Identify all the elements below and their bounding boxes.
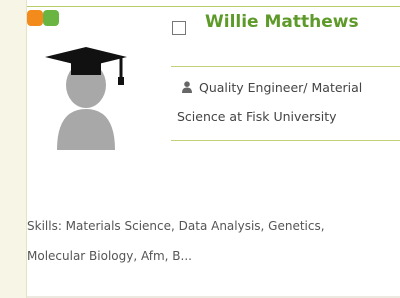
skills-line-2: Molecular Biology, Afm, B... — [27, 249, 192, 263]
status-indicators — [27, 10, 63, 28]
profile-title-part2: Science at Fisk University — [177, 109, 337, 124]
status-dot-green — [43, 10, 59, 26]
skills-line-1: Skills: Materials Science, Data Analysis… — [27, 219, 325, 233]
title-line-1: Quality Engineer/ Material — [181, 80, 362, 95]
graduate-avatar-icon — [45, 47, 127, 150]
divider-top — [171, 66, 400, 67]
skills-text: Skills: Materials Science, Data Analysis… — [27, 211, 397, 271]
profile-card: Willie Matthews Quality Engineer/ Materi… — [26, 0, 400, 298]
profile-title-part1: Quality Engineer/ Material — [199, 80, 363, 95]
select-checkbox[interactable] — [172, 21, 186, 35]
profile-name[interactable]: Willie Matthews — [205, 12, 359, 32]
status-dot-orange — [27, 10, 43, 26]
avatar[interactable] — [41, 45, 131, 150]
person-icon — [182, 81, 192, 93]
divider-bottom — [171, 140, 400, 141]
card-top-border — [27, 6, 400, 7]
